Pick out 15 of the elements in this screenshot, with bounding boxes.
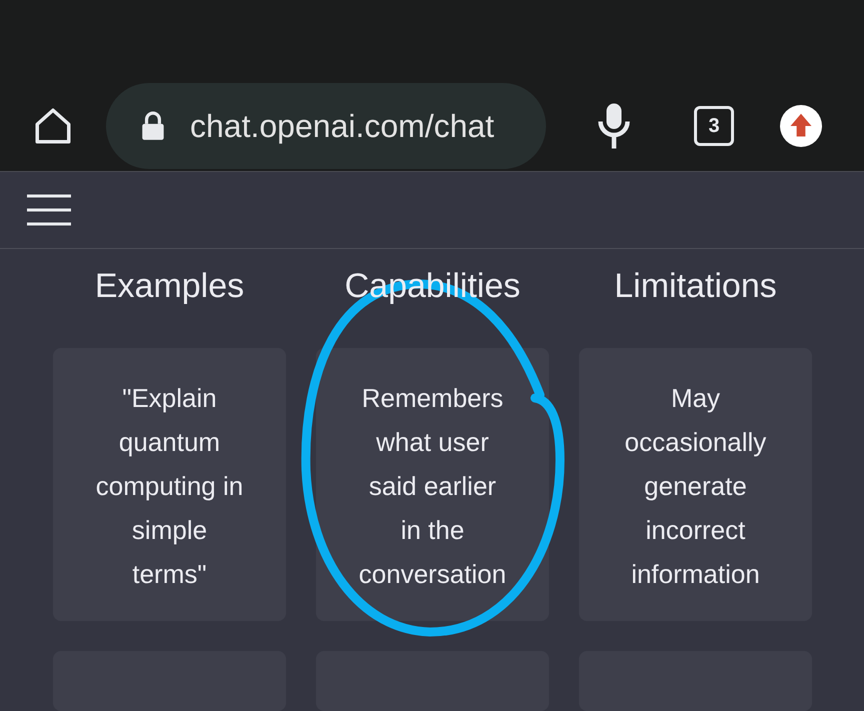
- column-heading: Limitations: [614, 266, 777, 307]
- card-text: May occasionally generate incorrect information: [624, 382, 768, 591]
- card-text: "Explain quantum computing in simple terms": [95, 382, 244, 591]
- example-card[interactable]: "Explain quantum computing in simple terms": [53, 348, 286, 621]
- card-text: Remembers what user said earlier in the conversation: [358, 382, 507, 591]
- example-card[interactable]: Remembers what user said earlier in the conversation: [316, 348, 549, 621]
- column-heading: Examples: [94, 266, 244, 307]
- url-text: chat.openai.com/chat: [190, 106, 494, 146]
- lock-icon: [140, 110, 166, 141]
- upload-icon[interactable]: [780, 104, 822, 147]
- example-card[interactable]: May occasionally generate incorrect information: [579, 348, 812, 621]
- menu-icon[interactable]: [27, 194, 71, 226]
- microphone-icon[interactable]: [596, 102, 632, 150]
- url-field[interactable]: chat.openai.com/chat: [106, 82, 546, 169]
- tab-count-button[interactable]: 3: [694, 106, 734, 146]
